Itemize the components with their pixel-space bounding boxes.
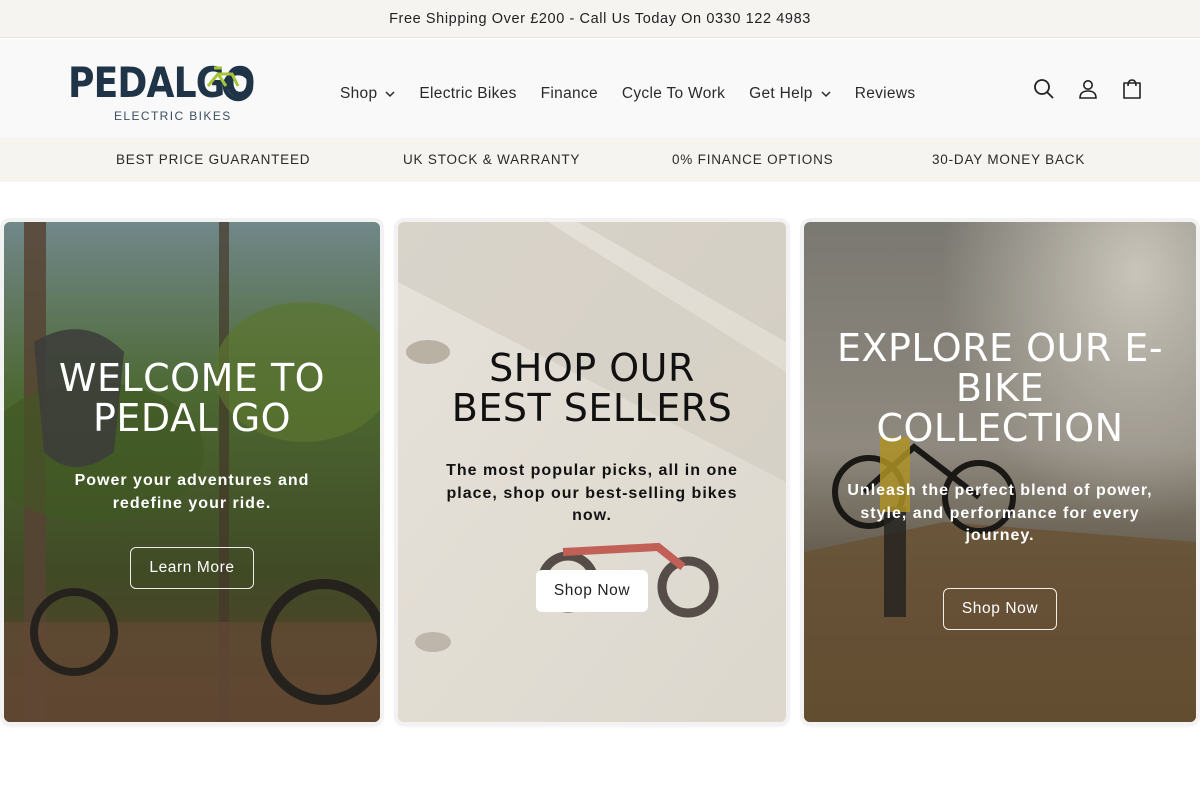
hero-card-content: SHOP OUR BEST SELLERS The most popular p…: [398, 348, 786, 612]
chevron-down-icon: [385, 91, 395, 98]
chevron-down-icon: [821, 91, 831, 98]
hero-card-welcome: WELCOME TO PEDAL GO Power your adventure…: [4, 222, 380, 722]
shop-now-button[interactable]: Shop Now: [942, 587, 1058, 630]
logo-subtitle: ELECTRIC BIKES: [114, 109, 232, 123]
hero-card-title: SHOP OUR BEST SELLERS: [451, 346, 733, 430]
nav-item-get-help[interactable]: Get Help: [749, 85, 831, 103]
hero-card-content: WELCOME TO PEDAL GO Power your adventure…: [4, 358, 380, 589]
site-header: PEDALGO ELECTRIC BIKES Shop Electric Bik…: [0, 39, 1200, 138]
hero-card-title: WELCOME TO PEDAL GO: [58, 356, 326, 440]
nav-item-label: Shop: [340, 85, 378, 102]
nav-item-finance[interactable]: Finance: [541, 85, 598, 103]
header-icons: [1030, 75, 1162, 103]
nav-item-label: Get Help: [749, 85, 813, 102]
learn-more-button[interactable]: Learn More: [130, 547, 254, 589]
nav-item-reviews[interactable]: Reviews: [855, 85, 916, 103]
announcement-text: Free Shipping Over £200 - Call Us Today …: [389, 10, 811, 27]
hero-card-best-sellers: SHOP OUR BEST SELLERS The most popular p…: [398, 222, 786, 722]
usp-finance: 0% FINANCE OPTIONS: [672, 152, 834, 167]
main-navigation: Shop Electric Bikes Finance Cycle To Wor…: [340, 79, 939, 109]
nav-item-electric-bikes[interactable]: Electric Bikes: [419, 85, 516, 103]
search-icon[interactable]: [1030, 75, 1058, 103]
nav-item-shop[interactable]: Shop: [340, 85, 395, 103]
hero-card-subtitle: Unleash the perfect blend of power, styl…: [847, 482, 1153, 544]
nav-item-label: Cycle To Work: [621, 85, 726, 102]
announcement-bar: Free Shipping Over £200 - Call Us Today …: [0, 0, 1200, 38]
hero-card-content: EXPLORE OUR E-BIKE COLLECTION Unleash th…: [804, 328, 1196, 630]
hero-card-subtitle: The most popular picks, all in one place…: [446, 462, 738, 524]
shop-now-button[interactable]: Shop Now: [535, 569, 649, 612]
account-icon[interactable]: [1074, 75, 1102, 103]
hero-card-collection: EXPLORE OUR E-BIKE COLLECTION Unleash th…: [804, 222, 1196, 722]
hero-card-title: EXPLORE OUR E-BIKE COLLECTION: [836, 326, 1164, 450]
nav-item-label: Reviews: [854, 85, 916, 102]
pedal-go-logo[interactable]: PEDALGO ELECTRIC BIKES: [68, 54, 255, 124]
cart-icon[interactable]: [1118, 75, 1146, 103]
usp-uk-stock: UK STOCK & WARRANTY: [403, 152, 581, 167]
hero-card-subtitle: Power your adventures and redefine your …: [74, 472, 310, 512]
nav-item-label: Electric Bikes: [419, 85, 517, 102]
usp-best-price: BEST PRICE GUARANTEED: [116, 152, 311, 167]
nav-item-label: Finance: [540, 85, 598, 102]
logo-bike-icon: [206, 66, 254, 102]
nav-item-cycle-to-work[interactable]: Cycle To Work: [622, 85, 725, 103]
usp-bar: BEST PRICE GUARANTEED UK STOCK & WARRANT…: [0, 138, 1200, 182]
usp-money-back: 30-DAY MONEY BACK: [932, 152, 1086, 167]
